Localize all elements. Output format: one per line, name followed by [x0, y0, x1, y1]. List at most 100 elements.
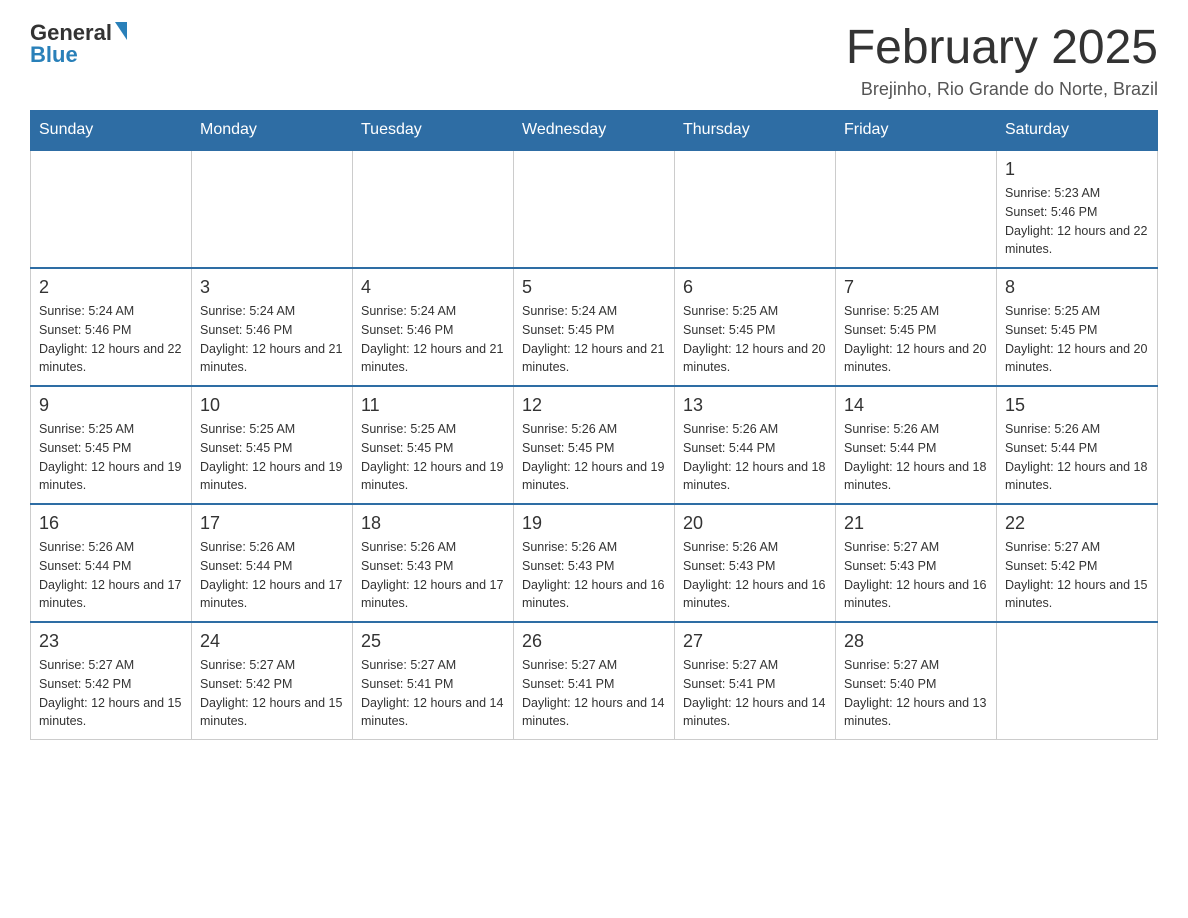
calendar-cell: 3 Sunrise: 5:24 AMSunset: 5:46 PMDaylight…	[192, 268, 353, 386]
calendar-cell: 1 Sunrise: 5:23 AMSunset: 5:46 PMDaylight…	[997, 150, 1158, 268]
calendar-cell: 26 Sunrise: 5:27 AMSunset: 5:41 PMDayligh…	[514, 622, 675, 740]
calendar-cell: 13 Sunrise: 5:26 AMSunset: 5:44 PMDayligh…	[675, 386, 836, 504]
calendar-cell: 27 Sunrise: 5:27 AMSunset: 5:41 PMDayligh…	[675, 622, 836, 740]
calendar-cell: 15 Sunrise: 5:26 AMSunset: 5:44 PMDayligh…	[997, 386, 1158, 504]
calendar-cell: 12Sunrise: 5:26 AMSunset: 5:45 PMDayligh…	[514, 386, 675, 504]
day-info: Sunrise: 5:26 AMSunset: 5:43 PMDaylight:…	[522, 538, 666, 613]
day-info: Sunrise: 5:27 AMSunset: 5:41 PMDaylight:…	[683, 656, 827, 731]
day-number: 20	[683, 513, 827, 534]
day-number: 19	[522, 513, 666, 534]
weekday-sunday: Sunday	[31, 111, 192, 151]
day-number: 6	[683, 277, 827, 298]
calendar-cell	[31, 150, 192, 268]
day-info: Sunrise: 5:25 AMSunset: 5:45 PMDaylight:…	[361, 420, 505, 495]
location: Brejinho, Rio Grande do Norte, Brazil	[846, 79, 1158, 100]
calendar-cell: 2 Sunrise: 5:24 AMSunset: 5:46 PMDaylight…	[31, 268, 192, 386]
day-info: Sunrise: 5:26 AMSunset: 5:44 PMDaylight:…	[1005, 420, 1149, 495]
day-info: Sunrise: 5:25 AMSunset: 5:45 PMDaylight:…	[200, 420, 344, 495]
day-info: Sunrise: 5:27 AMSunset: 5:41 PMDaylight:…	[522, 656, 666, 731]
week-row-1: 1 Sunrise: 5:23 AMSunset: 5:46 PMDaylight…	[31, 150, 1158, 268]
calendar-cell: 4 Sunrise: 5:24 AMSunset: 5:46 PMDaylight…	[353, 268, 514, 386]
day-number: 15	[1005, 395, 1149, 416]
calendar-cell: 21 Sunrise: 5:27 AMSunset: 5:43 PMDayligh…	[836, 504, 997, 622]
day-number: 17	[200, 513, 344, 534]
weekday-tuesday: Tuesday	[353, 111, 514, 151]
day-info: Sunrise: 5:24 AMSunset: 5:46 PMDaylight:…	[39, 302, 183, 377]
weekday-friday: Friday	[836, 111, 997, 151]
calendar-cell: 9 Sunrise: 5:25 AMSunset: 5:45 PMDaylight…	[31, 386, 192, 504]
calendar-cell: 8Sunrise: 5:25 AMSunset: 5:45 PMDaylight…	[997, 268, 1158, 386]
calendar-cell: 25Sunrise: 5:27 AMSunset: 5:41 PMDayligh…	[353, 622, 514, 740]
day-number: 9	[39, 395, 183, 416]
day-number: 2	[39, 277, 183, 298]
month-title: February 2025	[846, 20, 1158, 75]
calendar-cell: 19 Sunrise: 5:26 AMSunset: 5:43 PMDayligh…	[514, 504, 675, 622]
day-info: Sunrise: 5:25 AMSunset: 5:45 PMDaylight:…	[1005, 302, 1149, 377]
day-number: 7	[844, 277, 988, 298]
calendar-cell: 14 Sunrise: 5:26 AMSunset: 5:44 PMDayligh…	[836, 386, 997, 504]
day-info: Sunrise: 5:27 AMSunset: 5:41 PMDaylight:…	[361, 656, 505, 731]
calendar-cell: 28 Sunrise: 5:27 AMSunset: 5:40 PMDayligh…	[836, 622, 997, 740]
day-number: 21	[844, 513, 988, 534]
day-number: 22	[1005, 513, 1149, 534]
day-number: 18	[361, 513, 505, 534]
week-row-5: 23 Sunrise: 5:27 AMSunset: 5:42 PMDayligh…	[31, 622, 1158, 740]
weekday-saturday: Saturday	[997, 111, 1158, 151]
calendar-cell: 7 Sunrise: 5:25 AMSunset: 5:45 PMDaylight…	[836, 268, 997, 386]
calendar-cell: 20 Sunrise: 5:26 AMSunset: 5:43 PMDayligh…	[675, 504, 836, 622]
calendar-cell	[836, 150, 997, 268]
day-number: 4	[361, 277, 505, 298]
day-number: 26	[522, 631, 666, 652]
calendar-cell: 5Sunrise: 5:24 AMSunset: 5:45 PMDaylight…	[514, 268, 675, 386]
day-number: 16	[39, 513, 183, 534]
calendar-cell	[514, 150, 675, 268]
weekday-thursday: Thursday	[675, 111, 836, 151]
calendar-cell	[353, 150, 514, 268]
day-info: Sunrise: 5:27 AMSunset: 5:42 PMDaylight:…	[1005, 538, 1149, 613]
calendar-cell	[192, 150, 353, 268]
day-info: Sunrise: 5:24 AMSunset: 5:46 PMDaylight:…	[200, 302, 344, 377]
calendar-cell: 22 Sunrise: 5:27 AMSunset: 5:42 PMDayligh…	[997, 504, 1158, 622]
calendar-cell: 11 Sunrise: 5:25 AMSunset: 5:45 PMDayligh…	[353, 386, 514, 504]
day-info: Sunrise: 5:26 AMSunset: 5:44 PMDaylight:…	[39, 538, 183, 613]
calendar-cell: 10 Sunrise: 5:25 AMSunset: 5:45 PMDayligh…	[192, 386, 353, 504]
day-number: 1	[1005, 159, 1149, 180]
day-info: Sunrise: 5:25 AMSunset: 5:45 PMDaylight:…	[683, 302, 827, 377]
weekday-monday: Monday	[192, 111, 353, 151]
day-info: Sunrise: 5:26 AMSunset: 5:44 PMDaylight:…	[844, 420, 988, 495]
day-number: 11	[361, 395, 505, 416]
day-info: Sunrise: 5:27 AMSunset: 5:43 PMDaylight:…	[844, 538, 988, 613]
day-number: 12	[522, 395, 666, 416]
day-number: 13	[683, 395, 827, 416]
day-number: 24	[200, 631, 344, 652]
day-info: Sunrise: 5:26 AMSunset: 5:44 PMDaylight:…	[200, 538, 344, 613]
day-info: Sunrise: 5:26 AMSunset: 5:43 PMDaylight:…	[683, 538, 827, 613]
calendar-table: SundayMondayTuesdayWednesdayThursdayFrid…	[30, 110, 1158, 740]
day-info: Sunrise: 5:27 AMSunset: 5:42 PMDaylight:…	[39, 656, 183, 731]
weekday-header-row: SundayMondayTuesdayWednesdayThursdayFrid…	[31, 111, 1158, 151]
day-info: Sunrise: 5:27 AMSunset: 5:42 PMDaylight:…	[200, 656, 344, 731]
logo-triangle-icon	[115, 22, 127, 40]
day-number: 23	[39, 631, 183, 652]
weekday-wednesday: Wednesday	[514, 111, 675, 151]
calendar-cell: 6 Sunrise: 5:25 AMSunset: 5:45 PMDaylight…	[675, 268, 836, 386]
logo: General Blue	[30, 20, 127, 68]
calendar-cell: 16 Sunrise: 5:26 AMSunset: 5:44 PMDayligh…	[31, 504, 192, 622]
day-info: Sunrise: 5:25 AMSunset: 5:45 PMDaylight:…	[39, 420, 183, 495]
week-row-3: 9 Sunrise: 5:25 AMSunset: 5:45 PMDaylight…	[31, 386, 1158, 504]
day-info: Sunrise: 5:25 AMSunset: 5:45 PMDaylight:…	[844, 302, 988, 377]
day-number: 3	[200, 277, 344, 298]
day-number: 27	[683, 631, 827, 652]
day-number: 28	[844, 631, 988, 652]
day-info: Sunrise: 5:26 AMSunset: 5:44 PMDaylight:…	[683, 420, 827, 495]
day-info: Sunrise: 5:24 AMSunset: 5:46 PMDaylight:…	[361, 302, 505, 377]
day-number: 14	[844, 395, 988, 416]
title-section: February 2025 Brejinho, Rio Grande do No…	[846, 20, 1158, 100]
day-info: Sunrise: 5:24 AMSunset: 5:45 PMDaylight:…	[522, 302, 666, 377]
day-info: Sunrise: 5:27 AMSunset: 5:40 PMDaylight:…	[844, 656, 988, 731]
day-info: Sunrise: 5:23 AMSunset: 5:46 PMDaylight:…	[1005, 184, 1149, 259]
calendar-cell: 24 Sunrise: 5:27 AMSunset: 5:42 PMDayligh…	[192, 622, 353, 740]
page-header: General Blue February 2025 Brejinho, Rio…	[30, 20, 1158, 100]
week-row-4: 16 Sunrise: 5:26 AMSunset: 5:44 PMDayligh…	[31, 504, 1158, 622]
day-number: 10	[200, 395, 344, 416]
